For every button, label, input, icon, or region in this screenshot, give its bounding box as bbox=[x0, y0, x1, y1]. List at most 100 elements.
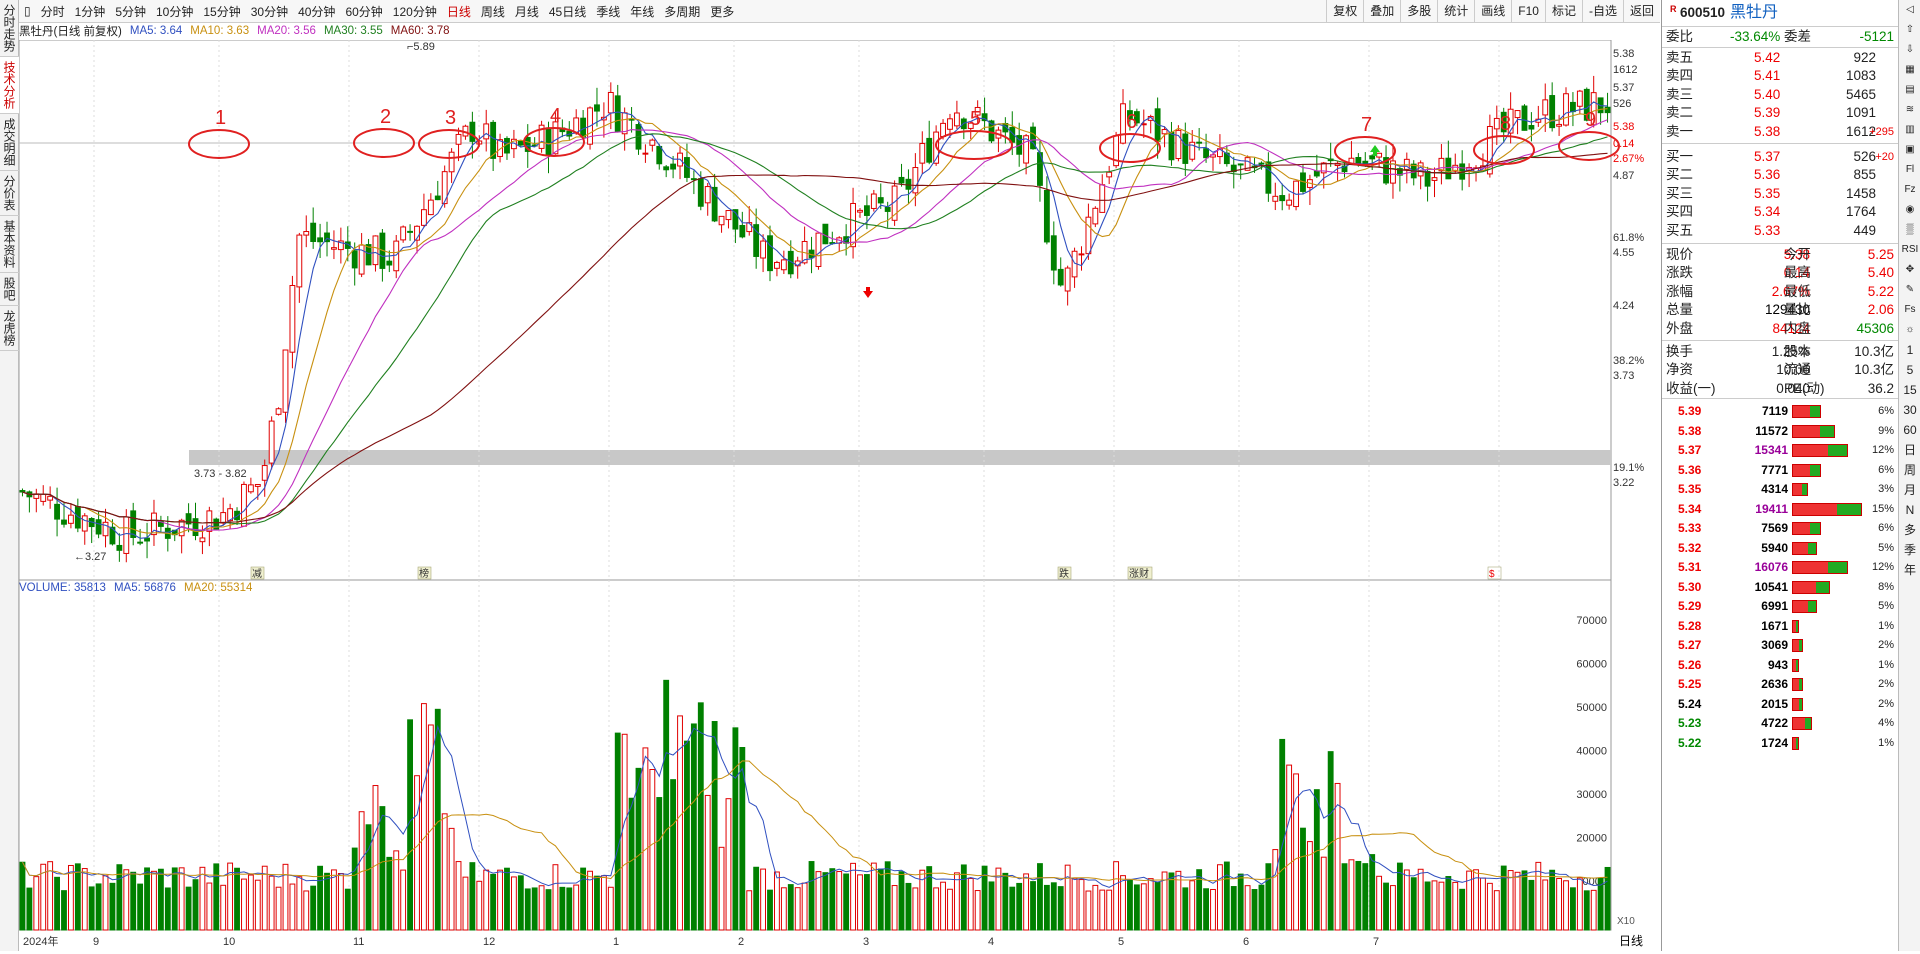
cycle-button-1[interactable]: 5 bbox=[1899, 360, 1920, 380]
toolbar-button-0[interactable]: 复权 bbox=[1326, 0, 1363, 22]
left-tab-4[interactable]: 基本资料 bbox=[0, 216, 19, 273]
candle-body bbox=[372, 235, 379, 266]
period-5[interactable]: 30分钟 bbox=[246, 3, 293, 20]
tool-icon-12[interactable]: RSI bbox=[1899, 240, 1920, 260]
period-13[interactable]: 季线 bbox=[591, 3, 625, 20]
tool-icon-3[interactable]: ▦ bbox=[1899, 60, 1920, 80]
tool-icon-14[interactable]: ✎ bbox=[1899, 280, 1920, 300]
period-2[interactable]: 5分钟 bbox=[110, 3, 151, 20]
cycle-button-5[interactable]: 日 bbox=[1899, 440, 1920, 460]
volume-bar bbox=[857, 874, 863, 931]
candle-body bbox=[690, 178, 697, 181]
toolbar-button-2[interactable]: 多股 bbox=[1400, 0, 1437, 22]
left-tab-5[interactable]: 股吧 bbox=[0, 273, 19, 306]
cycle-button-3[interactable]: 30 bbox=[1899, 400, 1920, 420]
cycle-button-11[interactable]: 年 bbox=[1899, 560, 1920, 580]
tool-icon-2[interactable]: ⇩ bbox=[1899, 40, 1920, 60]
period-9[interactable]: 日线 bbox=[442, 3, 476, 20]
left-tab-3[interactable]: 分价表 bbox=[0, 171, 19, 216]
volume-bar bbox=[573, 884, 580, 931]
cycle-button-4[interactable]: 60 bbox=[1899, 420, 1920, 440]
period-7[interactable]: 60分钟 bbox=[340, 3, 387, 20]
level-label: 卖三 bbox=[1666, 86, 1693, 102]
candle-body bbox=[331, 247, 337, 250]
volume-bar bbox=[1050, 882, 1057, 931]
tool-icon-15[interactable]: Fs bbox=[1899, 300, 1920, 320]
candle-body bbox=[614, 95, 621, 132]
cycle-button-10[interactable]: 季 bbox=[1899, 540, 1920, 560]
period-0[interactable]: 分时 bbox=[36, 3, 70, 20]
buy-level-2[interactable]: 买三 5.35 1458 bbox=[1666, 185, 1894, 203]
candle-body bbox=[1064, 267, 1071, 292]
left-tab-1[interactable]: 技术分析 bbox=[0, 57, 19, 114]
candle-body bbox=[628, 118, 635, 121]
chart-area[interactable]: 5.38 1612 5.37 526 5.38 0.14 2.67% 4.87 61.8% 4.5… bbox=[18, 39, 1660, 954]
cycle-button-9[interactable]: 多 bbox=[1899, 520, 1920, 540]
buy-level-0[interactable]: 买一 5.37 526 +20 bbox=[1666, 148, 1894, 166]
buy-level-1[interactable]: 买二 5.36 855 bbox=[1666, 166, 1894, 184]
toolbar-button-8[interactable]: 返回 bbox=[1622, 0, 1660, 22]
toolbar-button-7[interactable]: -自选 bbox=[1581, 0, 1623, 22]
tool-icon-0[interactable]: ◁ bbox=[1899, 0, 1920, 20]
buy-level-3[interactable]: 买四 5.34 1764 bbox=[1666, 203, 1894, 221]
volume-bar bbox=[185, 886, 192, 931]
buy-level-4[interactable]: 买五 5.33 449 bbox=[1666, 222, 1894, 240]
period-6[interactable]: 40分钟 bbox=[293, 3, 340, 20]
candle-body bbox=[947, 118, 953, 130]
sell-level-4[interactable]: 卖一 5.38 1612 +295 bbox=[1666, 123, 1894, 141]
period-10[interactable]: 周线 bbox=[476, 3, 510, 20]
sell-level-2[interactable]: 卖三 5.40 5465 bbox=[1666, 86, 1894, 104]
tool-icon-8[interactable]: Fl bbox=[1899, 160, 1920, 180]
toolbar-button-3[interactable]: 统计 bbox=[1437, 0, 1474, 22]
tool-icon-5[interactable]: ≋ bbox=[1899, 100, 1920, 120]
volume-bar bbox=[1348, 859, 1355, 931]
kline-chart[interactable]: 5.3816125.375265.380.142.67%4.8761.8%4.5… bbox=[18, 39, 1660, 951]
tool-icon-9[interactable]: Fz bbox=[1899, 180, 1920, 200]
sell-level-0[interactable]: 卖五 5.42 922 bbox=[1666, 49, 1894, 67]
volume-bar bbox=[697, 702, 704, 931]
tool-icon-4[interactable]: ▤ bbox=[1899, 80, 1920, 100]
tool-icon-16[interactable]: ☼ bbox=[1899, 320, 1920, 340]
stock-name[interactable]: 黑牡丹 bbox=[1730, 4, 1778, 22]
cycle-button-0[interactable]: 1 bbox=[1899, 340, 1920, 360]
period-1[interactable]: 1分钟 bbox=[70, 3, 111, 20]
sell-level-3[interactable]: 卖二 5.39 1091 bbox=[1666, 104, 1894, 122]
tool-icon-10[interactable]: ◉ bbox=[1899, 200, 1920, 220]
left-tab-2[interactable]: 成交明细 bbox=[0, 114, 19, 171]
volume-bar bbox=[400, 869, 407, 931]
period-11[interactable]: 月线 bbox=[510, 3, 544, 20]
tool-icon-11[interactable]: ▒ bbox=[1899, 220, 1920, 240]
volume-bar bbox=[1493, 890, 1500, 931]
toolbar-button-4[interactable]: 画线 bbox=[1474, 0, 1511, 22]
cycle-button-6[interactable]: 周 bbox=[1899, 460, 1920, 480]
cycle-button-8[interactable]: N bbox=[1899, 500, 1920, 520]
cycle-button-2[interactable]: 15 bbox=[1899, 380, 1920, 400]
period-4[interactable]: 15分钟 bbox=[198, 3, 245, 20]
tool-icon-13[interactable]: ✥ bbox=[1899, 260, 1920, 280]
volume-bar bbox=[746, 890, 753, 931]
period-15[interactable]: 多周期 bbox=[659, 3, 705, 20]
toolbar-button-1[interactable]: 叠加 bbox=[1363, 0, 1400, 22]
tool-icon-7[interactable]: ▣ bbox=[1899, 140, 1920, 160]
volume-bar bbox=[836, 871, 843, 931]
dist-price: 5.28 bbox=[1678, 618, 1702, 633]
period-3[interactable]: 10分钟 bbox=[151, 3, 198, 20]
layout-icon[interactable]: ▯ bbox=[19, 4, 36, 18]
volume-bar bbox=[822, 872, 829, 931]
candle-body bbox=[400, 226, 407, 241]
period-16[interactable]: 更多 bbox=[705, 3, 739, 20]
left-tab-0[interactable]: 分时走势 bbox=[0, 0, 19, 57]
candle-body bbox=[780, 259, 787, 271]
candle-body bbox=[386, 260, 393, 266]
tool-icon-6[interactable]: ▥ bbox=[1899, 120, 1920, 140]
period-8[interactable]: 120分钟 bbox=[388, 3, 442, 20]
cycle-button-7[interactable]: 月 bbox=[1899, 480, 1920, 500]
period-14[interactable]: 年线 bbox=[625, 3, 659, 20]
tool-icon-1[interactable]: ⇧ bbox=[1899, 20, 1920, 40]
left-tab-6[interactable]: 龙虎榜 bbox=[0, 306, 19, 351]
volume-bar bbox=[953, 872, 960, 931]
sell-level-1[interactable]: 卖四 5.41 1083 bbox=[1666, 67, 1894, 85]
toolbar-button-6[interactable]: 标记 bbox=[1544, 0, 1582, 22]
period-12[interactable]: 45日线 bbox=[544, 3, 591, 20]
toolbar-button-5[interactable]: F10 bbox=[1511, 0, 1545, 22]
